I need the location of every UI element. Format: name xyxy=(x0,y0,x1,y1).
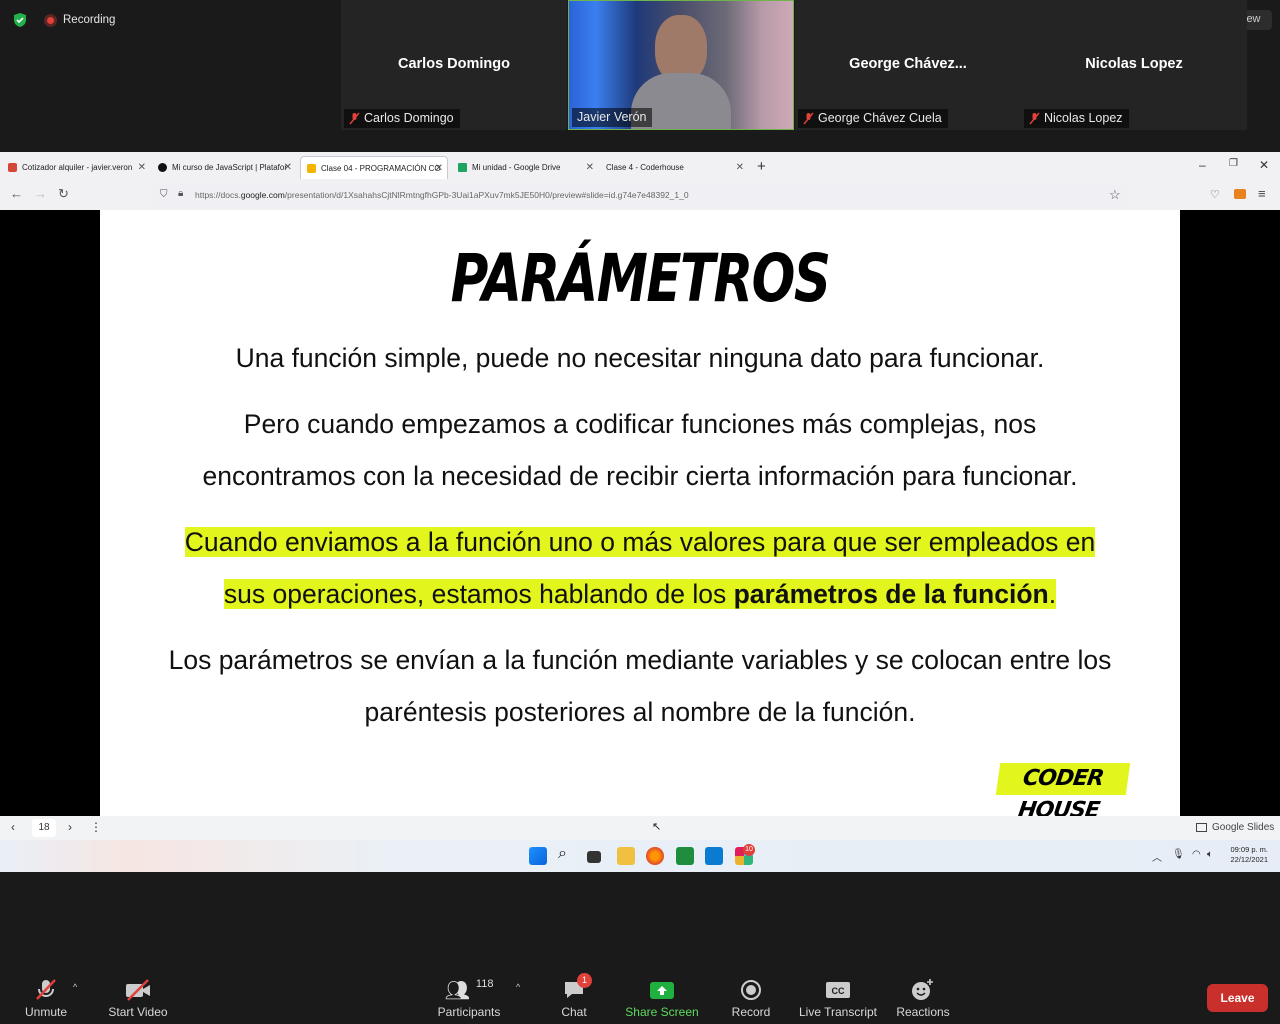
url-text[interactable]: https://docs.google.com/presentation/d/1… xyxy=(195,190,689,200)
previous-slide-icon[interactable]: ‹ xyxy=(11,820,15,834)
slides-icon xyxy=(307,163,316,173)
start-video-button[interactable]: Start Video xyxy=(104,975,172,1019)
lock-icon[interactable]: 🔒︎ xyxy=(178,188,183,199)
close-tab-icon[interactable]: ✕ xyxy=(435,163,443,174)
muted-mic-icon xyxy=(803,112,814,125)
record-icon xyxy=(728,975,774,1005)
browser-tab-active[interactable]: Clase 04 - PROGRAMACIÓN CO ✕ xyxy=(300,156,448,179)
wifi-icon[interactable]: ◠ xyxy=(1192,849,1201,860)
share-screen-button[interactable]: Share Screen xyxy=(624,975,700,1019)
forward-icon[interactable]: → xyxy=(34,186,47,201)
windows-taskbar xyxy=(0,840,1280,872)
gmail-icon xyxy=(8,163,17,172)
participants-button[interactable]: 👥︎ 118 Participants xyxy=(434,975,504,1019)
slide-number-input[interactable]: 18 xyxy=(32,819,56,837)
participant-tile-carlos[interactable]: Carlos Domingo Carlos Domingo xyxy=(341,0,567,130)
participant-label: Javier Verón xyxy=(572,108,653,127)
taskbar-clock[interactable]: 09:09 p. m. 22/12/2021 xyxy=(1222,845,1268,865)
participant-tile-javier-video[interactable]: Javier Verón xyxy=(568,0,794,130)
next-slide-icon[interactable]: › xyxy=(68,820,72,834)
recording-label: Recording xyxy=(63,14,116,26)
coder-favicon-icon xyxy=(158,163,167,172)
slide-paragraph-1: Una función simple, puede no necesitar n… xyxy=(235,343,1045,373)
browser-tab[interactable]: Mi curso de JavaScript | Platafor ✕ xyxy=(152,156,296,179)
close-window-icon[interactable]: ✕ xyxy=(1259,158,1269,172)
muted-microphone-icon xyxy=(18,975,74,1005)
slack-badge: 10 xyxy=(743,844,755,856)
metamask-extension-icon[interactable] xyxy=(1234,189,1246,199)
close-tab-icon[interactable]: ✕ xyxy=(284,162,292,173)
chat-badge: 1 xyxy=(577,973,592,988)
pocket-icon[interactable]: ♡ xyxy=(1210,188,1220,201)
recording-indicator[interactable]: Recording xyxy=(44,11,115,29)
participant-name: George Chávez... xyxy=(849,56,967,72)
tray-chevron-up-icon[interactable]: ︿ xyxy=(1152,849,1162,864)
bookmark-star-icon[interactable]: ☆ xyxy=(1109,187,1121,203)
windows-start-icon[interactable] xyxy=(529,847,547,865)
close-tab-icon[interactable]: ✕ xyxy=(586,162,594,173)
slide-paragraph-3-line-2: sus operaciones, estamos hablando de los… xyxy=(223,579,1057,609)
slide-paragraph-2-line-1: Pero cuando empezamos a codificar funcio… xyxy=(243,409,1037,439)
svg-text:CC: CC xyxy=(832,986,845,996)
participants-icon: 👥︎ 118 xyxy=(444,978,494,1002)
microphone-icon[interactable]: 🎙︎ xyxy=(1172,849,1185,860)
new-tab-icon[interactable]: + xyxy=(757,158,766,175)
video-off-icon xyxy=(104,975,172,1005)
recording-dot-icon xyxy=(44,13,57,27)
chat-button[interactable]: Chat 1 xyxy=(552,973,596,1019)
slide-paragraph-3-line-1: Cuando enviamos a la función uno o más v… xyxy=(184,527,1096,557)
task-view-icon[interactable] xyxy=(587,851,601,863)
browser-tab[interactable]: Clase 4 - Coderhouse ✕ xyxy=(600,156,748,179)
menu-icon[interactable]: ≡ xyxy=(1258,186,1266,201)
slides-toolbar xyxy=(0,816,1280,840)
close-tab-icon[interactable]: ✕ xyxy=(736,162,744,173)
volume-icon[interactable]: 🔈︎ xyxy=(1207,849,1213,860)
live-transcript-button[interactable]: CC Live Transcript xyxy=(796,975,880,1019)
mouse-cursor-icon: ↖ xyxy=(652,821,662,833)
vscode-icon[interactable] xyxy=(705,847,723,865)
participant-label: George Chávez Cuela xyxy=(798,109,948,128)
record-button[interactable]: Record xyxy=(728,975,774,1019)
coderhouse-logo: CODER HOUSE xyxy=(995,763,1131,823)
unmute-button[interactable]: Unmute xyxy=(18,975,74,1019)
slide: PARÁMETROS Una función simple, puede no … xyxy=(100,210,1180,823)
google-slides-link[interactable]: Google Slides xyxy=(1196,822,1274,833)
muted-mic-icon xyxy=(349,112,360,125)
muted-mic-icon xyxy=(1029,112,1040,125)
restore-icon[interactable]: ❐ xyxy=(1229,158,1238,169)
participant-tile-nicolas[interactable]: Nicolas Lopez Nicolas Lopez xyxy=(1021,0,1247,130)
slide-title: PARÁMETROS xyxy=(450,240,831,317)
participant-label: Carlos Domingo xyxy=(344,109,460,128)
participant-name: Carlos Domingo xyxy=(398,56,510,72)
participant-label: Nicolas Lopez xyxy=(1024,109,1129,128)
slides-logo-icon xyxy=(1196,823,1207,832)
tracking-shield-icon[interactable]: ⛉ xyxy=(160,189,168,200)
leave-button[interactable]: Leave xyxy=(1207,984,1268,1012)
spreadsheet-icon[interactable] xyxy=(676,847,694,865)
slide-paragraph-2-line-2: encontramos con la necesidad de recibir … xyxy=(202,461,1078,491)
share-screen-icon xyxy=(624,975,700,1005)
closed-caption-icon: CC xyxy=(796,975,880,1005)
participant-name: Nicolas Lopez xyxy=(1085,56,1183,72)
file-explorer-icon[interactable] xyxy=(617,847,635,865)
reload-icon[interactable]: ↻ xyxy=(58,186,69,202)
drive-icon xyxy=(458,163,467,172)
slide-paragraph-4-line-1: Los parámetros se envían a la función me… xyxy=(168,645,1112,675)
reactions-smiley-icon xyxy=(894,975,952,1005)
audio-options-chevron-icon[interactable]: ^ xyxy=(73,982,77,992)
slide-paragraph-4-line-2: paréntesis posteriores al nombre de la f… xyxy=(364,697,916,727)
participants-options-chevron-icon[interactable]: ^ xyxy=(516,982,520,992)
more-options-icon[interactable]: ⋮ xyxy=(90,820,102,834)
browser-tab[interactable]: Mi unidad - Google Drive ✕ xyxy=(452,156,598,179)
browser-tab[interactable]: Cotizador alquiler - javier.veron ✕ xyxy=(2,156,150,179)
close-tab-icon[interactable]: ✕ xyxy=(138,162,146,173)
back-icon[interactable]: ← xyxy=(10,186,23,201)
minimize-icon[interactable]: – xyxy=(1199,158,1206,172)
reactions-button[interactable]: Reactions xyxy=(894,975,952,1019)
participant-tile-george[interactable]: George Chávez... George Chávez Cuela xyxy=(795,0,1021,130)
firefox-icon[interactable] xyxy=(646,847,664,865)
search-icon[interactable]: ⌕ xyxy=(558,845,567,863)
security-shield-icon[interactable] xyxy=(12,12,28,28)
